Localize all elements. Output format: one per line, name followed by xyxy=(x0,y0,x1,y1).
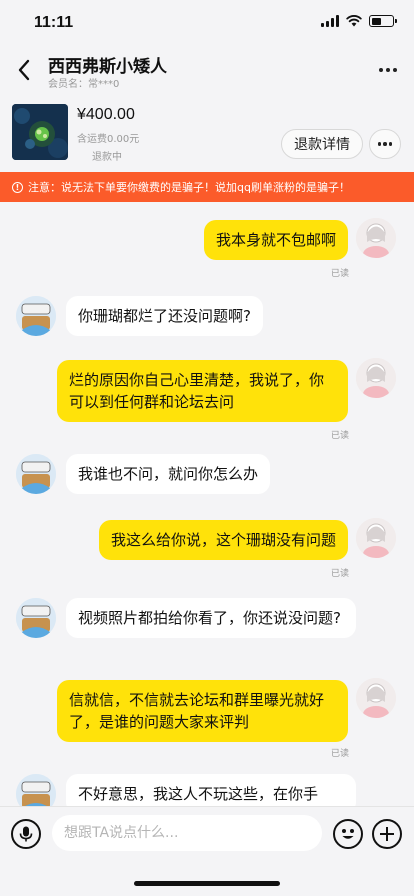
message-bubble[interactable]: 不好意思，我这人不玩这些，在你手 xyxy=(66,774,356,806)
my-avatar[interactable] xyxy=(356,358,396,398)
order-card[interactable]: ¥400.00 含运费0.00元 退款中 退款详情 xyxy=(0,94,414,170)
refund-details-button[interactable]: 退款详情 xyxy=(281,129,363,159)
my-avatar[interactable] xyxy=(356,218,396,258)
message-bubble[interactable]: 视频照片都拍给你看了，你还说没问题? xyxy=(66,598,356,638)
smiley-icon xyxy=(342,829,354,839)
warning-text: 注意：说无法下单要你缴费的是骗子！说加qq刷单涨粉的是骗子！ xyxy=(28,181,350,194)
contact-avatar[interactable] xyxy=(16,296,56,336)
order-price: ¥400.00 xyxy=(77,106,135,123)
voice-input-button[interactable] xyxy=(11,819,41,849)
read-receipt: 已读 xyxy=(331,749,350,759)
more-icon xyxy=(377,142,382,146)
order-more-button[interactable] xyxy=(369,129,401,159)
member-name: 会员名：常***0 xyxy=(48,79,120,90)
product-thumbnail[interactable] xyxy=(12,104,68,160)
message-input[interactable] xyxy=(52,815,322,851)
message-bubble[interactable]: 你珊瑚都烂了还没问题啊? xyxy=(66,296,263,336)
refund-status: 退款中 xyxy=(92,152,122,163)
status-bar: 11:11 xyxy=(0,0,414,48)
read-receipt: 已读 xyxy=(331,431,350,441)
battery-icon xyxy=(369,15,397,27)
my-avatar[interactable] xyxy=(356,678,396,718)
message-bubble[interactable]: 烂的原因你自己心里清楚，我说了，你可以到任何群和论坛去问 xyxy=(57,360,348,422)
wifi-icon xyxy=(346,15,362,27)
message-bubble[interactable]: 我本身就不包邮啊 xyxy=(203,220,348,260)
emoji-button[interactable] xyxy=(333,819,363,849)
alert-icon: ! xyxy=(12,181,23,193)
shipping-fee: 含运费0.00元 xyxy=(77,134,140,145)
fraud-warning-banner: ! 注意：说无法下单要你缴费的是骗子！说加qq刷单涨粉的是骗子！ xyxy=(0,172,414,202)
cellular-signal-icon xyxy=(321,15,339,27)
contact-avatar[interactable] xyxy=(16,454,56,494)
my-avatar[interactable] xyxy=(356,518,396,558)
back-button[interactable] xyxy=(10,56,38,84)
read-receipt: 已读 xyxy=(331,269,350,279)
contact-avatar[interactable] xyxy=(16,774,56,806)
contact-avatar[interactable] xyxy=(16,598,56,638)
more-icon xyxy=(379,68,383,72)
message-bubble[interactable]: 我谁也不问，就问你怎么办 xyxy=(66,454,271,494)
status-icons xyxy=(321,15,397,27)
plus-icon xyxy=(380,827,394,841)
read-receipt: 已读 xyxy=(331,569,350,579)
home-indicator[interactable] xyxy=(134,881,280,886)
message-bubble[interactable]: 信就信，不信就去论坛和群里曝光就好了，是谁的问题大家来评判 xyxy=(57,680,348,742)
message-bubble[interactable]: 我这么给你说，这个珊瑚没有问题 xyxy=(98,520,348,560)
chevron-left-icon xyxy=(18,59,30,81)
coral-image xyxy=(12,104,68,160)
status-time: 11:11 xyxy=(34,14,74,31)
microphone-icon xyxy=(19,826,33,842)
page-title: 西西弗斯小矮人 xyxy=(48,57,167,77)
message-list[interactable]: 我本身就不包邮啊 已读 你珊瑚都烂了还没问题啊? 烂的原因你自己心里清楚，我说了… xyxy=(0,202,414,806)
chat-header: 西西弗斯小矮人 会员名：常***0 xyxy=(0,48,414,92)
more-actions-button[interactable] xyxy=(372,819,402,849)
more-options-button[interactable] xyxy=(376,58,400,82)
